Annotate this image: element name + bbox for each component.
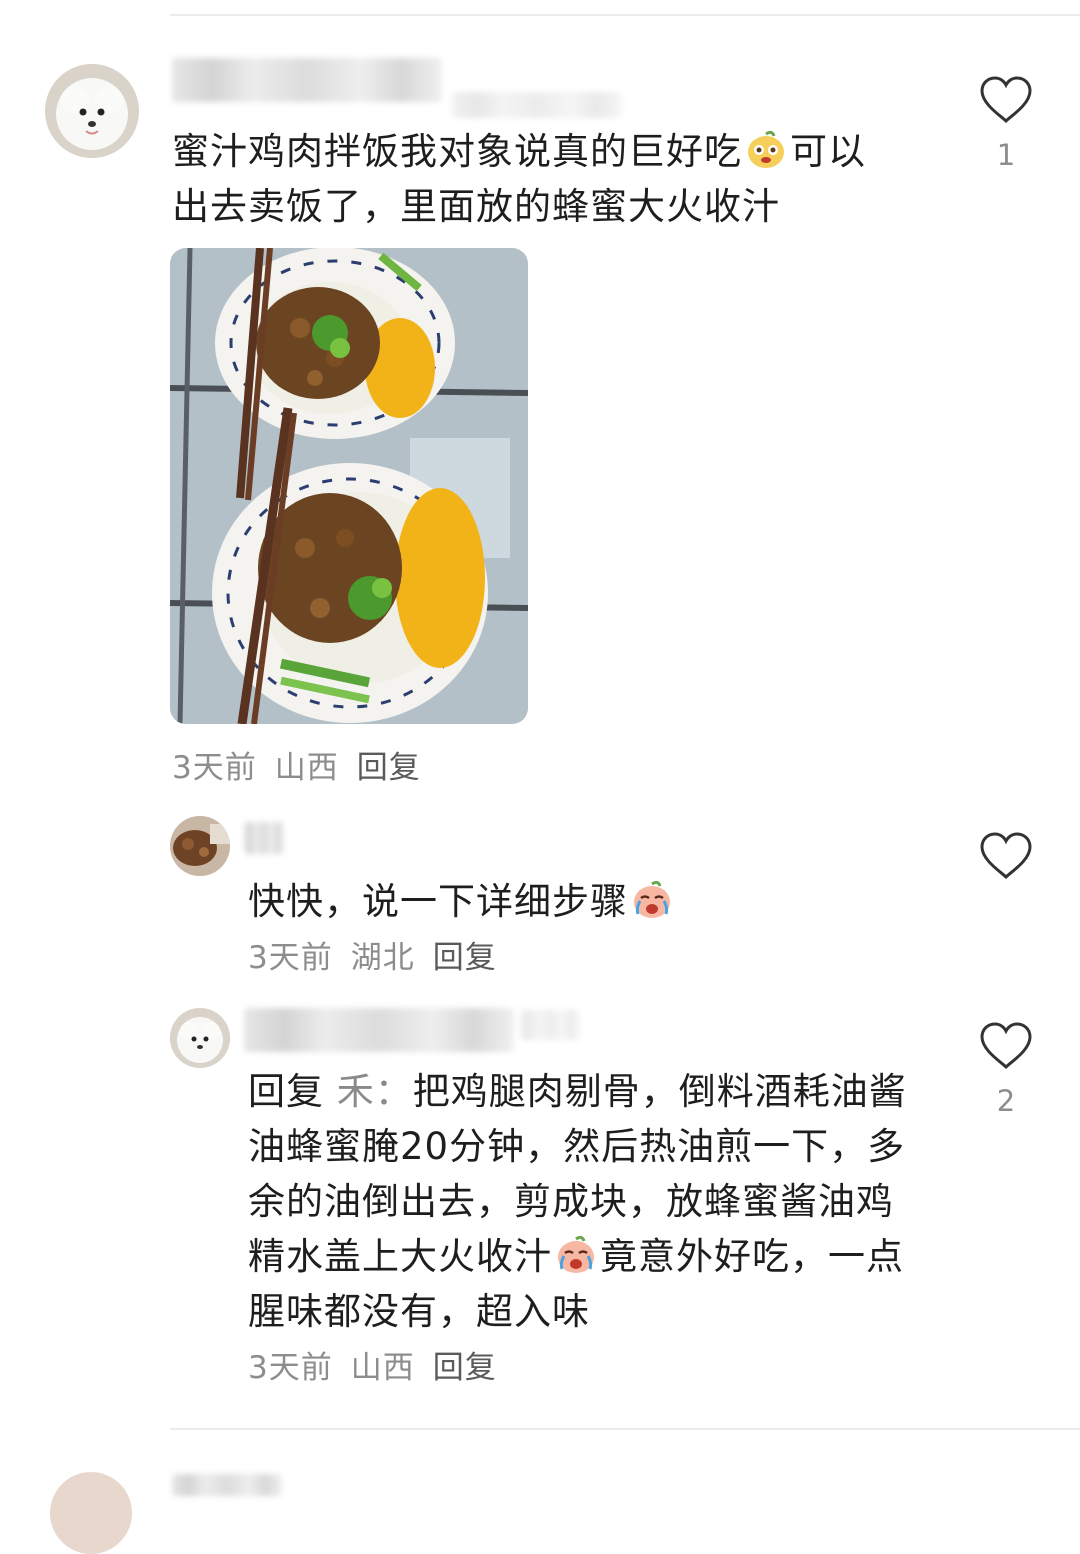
peach-face-emoji <box>748 130 784 168</box>
username-blurred[interactable] <box>172 1474 282 1496</box>
comment-text: 蜜汁鸡肉拌饭我对象说真的巨好吃 可以出去卖饭了，里面放的蜂蜜大火收汁 <box>172 124 892 234</box>
reply-prefix: 回复 <box>248 1070 324 1113</box>
comment-location: 湖北 <box>350 940 415 976</box>
comment-time: 3天前 <box>248 1350 333 1386</box>
top-divider <box>170 14 1080 16</box>
username-blurred-tail <box>520 1010 580 1040</box>
user-avatar[interactable] <box>170 816 230 876</box>
heart-icon <box>980 1022 1032 1070</box>
like-button[interactable]: 2 <box>978 1022 1034 1118</box>
mention-username[interactable]: 禾： <box>337 1070 413 1113</box>
comment-meta: 3天前 山西 回复 <box>248 1342 515 1387</box>
heart-icon <box>980 832 1032 880</box>
user-avatar[interactable] <box>170 1008 230 1068</box>
user-avatar[interactable] <box>45 64 139 158</box>
comment-meta: 3天前 湖北 回复 <box>248 932 515 977</box>
comment-location: 山西 <box>274 750 339 786</box>
heart-icon <box>980 76 1032 124</box>
reply-button[interactable]: 回复 <box>357 750 421 786</box>
username-blurred[interactable] <box>244 1008 514 1052</box>
comment-text-part1: 蜜汁鸡肉拌饭我对象说真的巨好吃 <box>172 130 742 173</box>
comment-meta: 3天前 山西 回复 <box>172 742 439 787</box>
food-photo[interactable] <box>170 248 528 724</box>
bottom-divider <box>170 1428 1080 1430</box>
comment-text: 回复 禾：把鸡腿肉剔骨，倒料酒耗油酱油蜂蜜腌20分钟，然后热油煎一下，多余的油倒… <box>248 1064 928 1339</box>
comment-time: 3天前 <box>172 750 257 786</box>
user-avatar[interactable] <box>50 1472 132 1554</box>
comment-time: 3天前 <box>248 940 333 976</box>
username-blurred[interactable] <box>244 822 284 854</box>
like-button[interactable]: 1 <box>978 76 1034 172</box>
like-count: 2 <box>996 1084 1016 1118</box>
comment-location: 山西 <box>350 1350 415 1386</box>
like-button[interactable] <box>978 832 1034 880</box>
username-blurred-tail <box>452 92 622 118</box>
like-count: 1 <box>996 138 1016 172</box>
reply-button[interactable]: 回复 <box>433 1350 497 1386</box>
comment-text-part1: 快快，说一下详细步骤 <box>248 880 628 923</box>
crying-peach-emoji <box>558 1235 594 1273</box>
comment-text: 快快，说一下详细步骤 <box>248 874 928 929</box>
reply-button[interactable]: 回复 <box>433 940 497 976</box>
username-blurred[interactable] <box>172 58 442 102</box>
crying-peach-emoji <box>634 880 670 918</box>
